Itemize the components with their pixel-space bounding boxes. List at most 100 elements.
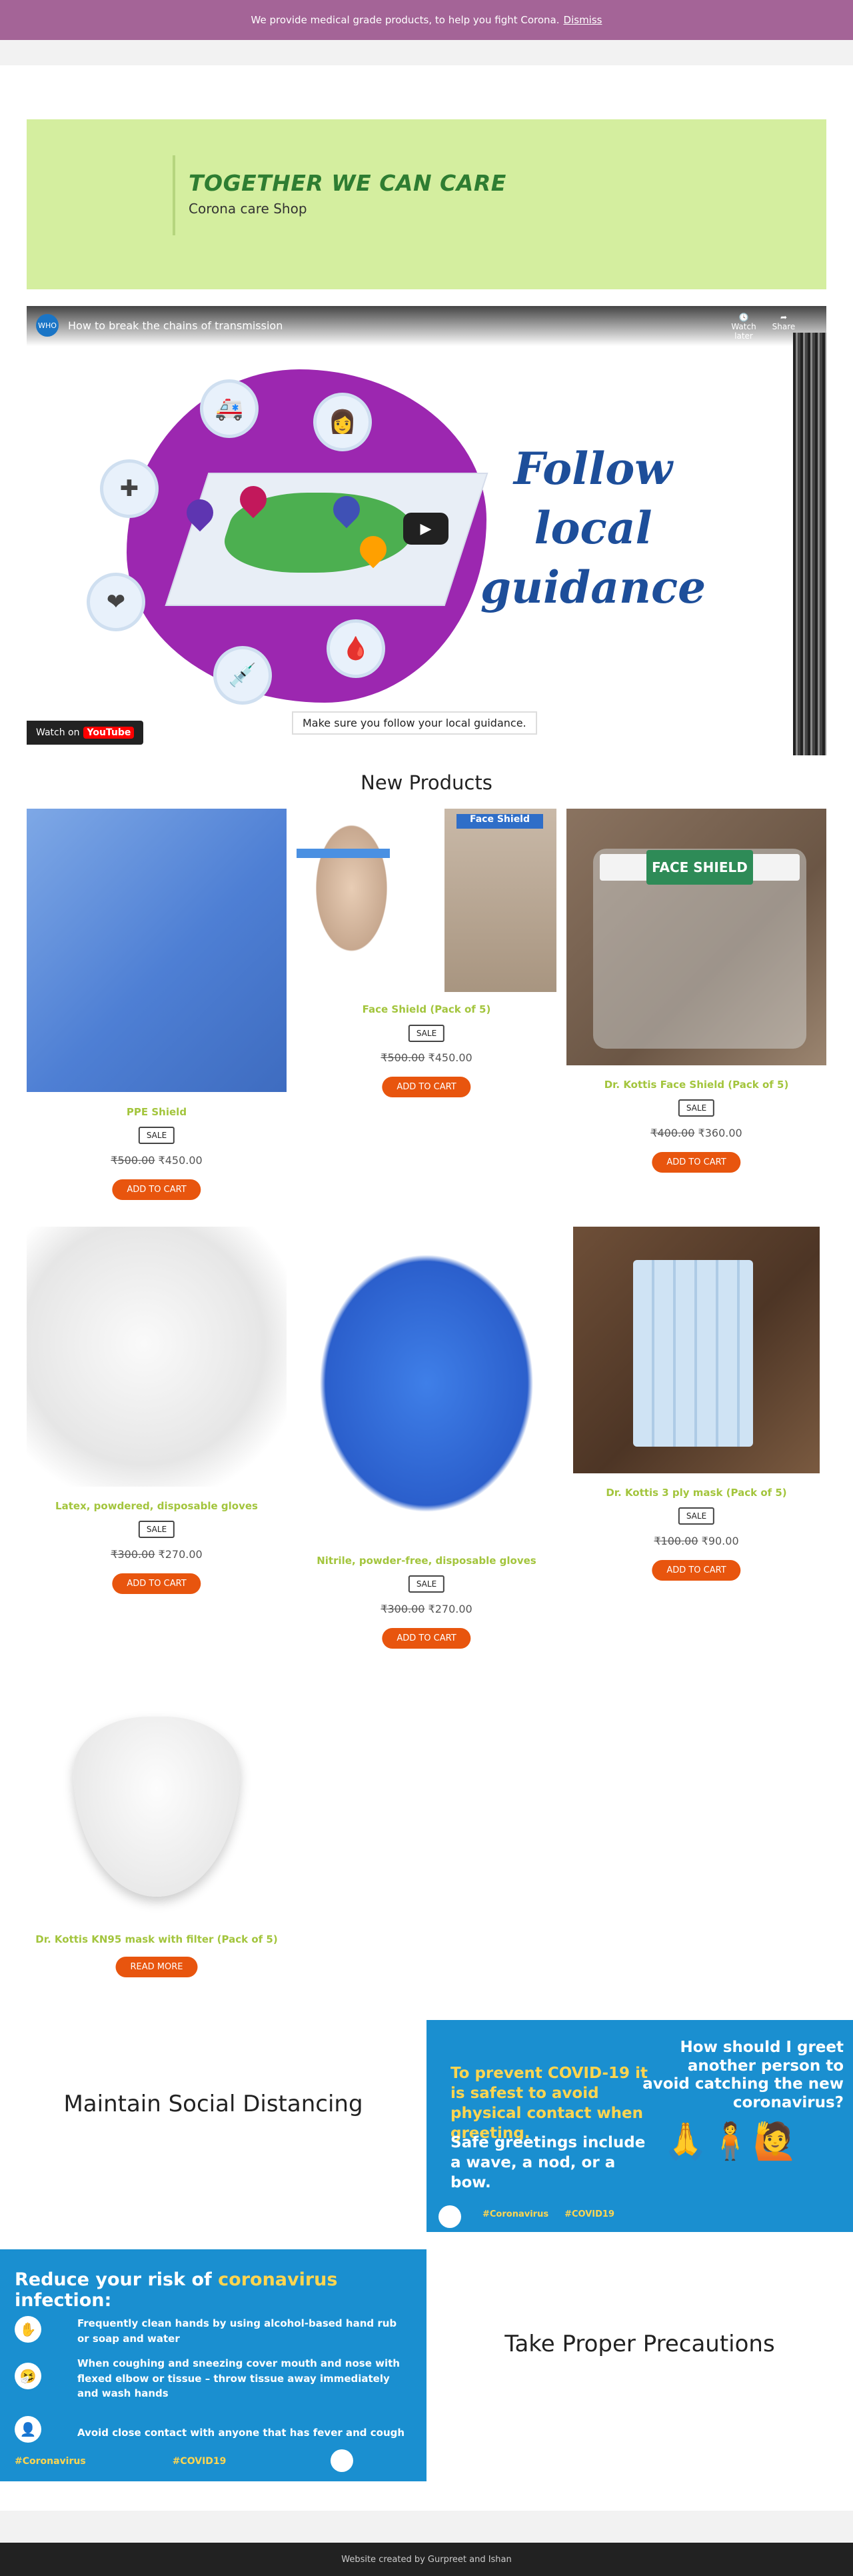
product-name[interactable]: Dr. Kottis 3 ply mask (Pack of 5) xyxy=(566,1487,826,1499)
social-distancing-heading: Maintain Social Distancing xyxy=(63,2091,363,2117)
sale-badge: SALE xyxy=(138,1521,175,1538)
old-price: ₹500.00 xyxy=(381,1051,425,1064)
risk-tip: Avoid close contact with anyone that has… xyxy=(77,2427,405,2439)
hero-accent-bar xyxy=(173,155,175,235)
hashtag-covid19: #COVID19 xyxy=(564,2209,614,2219)
who-logo-icon xyxy=(331,2449,353,2472)
sale-price: ₹450.00 xyxy=(158,1154,203,1167)
share-label: Share xyxy=(772,322,796,331)
youtube-video-embed[interactable]: 🚑 👩 ✚ ❤ 💉 🩸 Follow local guidance Make s… xyxy=(27,306,826,755)
risk-hashtags: #Coronavirus #COVID19 xyxy=(15,2456,226,2467)
sneeze-icon: 🤧 xyxy=(15,2363,41,2389)
notice-text: We provide medical grade products, to he… xyxy=(251,14,560,26)
who-channel-icon[interactable]: WHO xyxy=(36,314,59,337)
shield-band-graphic xyxy=(297,849,390,858)
product-price: ₹300.00 ₹270.00 xyxy=(27,1548,287,1561)
product-card: FACE SHIELD Dr. Kottis Face Shield (Pack… xyxy=(566,809,826,1182)
risk-tip: When coughing and sneezing cover mouth a… xyxy=(77,2357,400,2399)
sale-price: ₹450.00 xyxy=(428,1051,472,1064)
poster-question: How should I greet another person to avo… xyxy=(642,2039,844,2111)
video-title[interactable]: How to break the chains of transmission xyxy=(68,319,283,332)
hashtag-coronavirus: #Coronavirus xyxy=(15,2456,86,2467)
kn95-mask-image[interactable] xyxy=(27,1703,287,1923)
sale-badge: SALE xyxy=(408,1575,445,1593)
sale-price: ₹270.00 xyxy=(428,1603,472,1615)
ppe-gown-image[interactable] xyxy=(27,809,287,1092)
video-headline: Follow local guidance xyxy=(480,443,706,614)
poster-answer-2: Safe greetings include a wave, a nod, or… xyxy=(450,2134,646,2191)
old-price: ₹300.00 xyxy=(111,1548,155,1561)
product-card: Dr. Kottis 3 ply mask (Pack of 5) SALE ₹… xyxy=(566,1227,826,1593)
product-price: ₹500.00 ₹450.00 xyxy=(297,1051,556,1064)
hashtag-covid19: #COVID19 xyxy=(172,2456,227,2467)
risk-poster-title: Reduce your risk of coronavirus infectio… xyxy=(15,2269,426,2311)
heart-icon: ❤ xyxy=(87,573,145,631)
watch-later-button[interactable]: 🕓 Watch later xyxy=(724,313,764,341)
add-to-cart-button[interactable]: ADD TO CART xyxy=(382,1077,471,1097)
syringe-icon: 💉 xyxy=(213,646,272,705)
three-ply-mask-image[interactable] xyxy=(573,1227,820,1473)
mannequin-head-graphic xyxy=(297,809,407,985)
add-to-cart-button[interactable]: ADD TO CART xyxy=(112,1179,201,1200)
blood-bag-icon: 🩸 xyxy=(327,619,385,678)
play-button[interactable]: ▶ xyxy=(403,513,448,545)
product-price: ₹400.00 ₹360.00 xyxy=(566,1127,826,1139)
old-price: ₹400.00 xyxy=(650,1127,695,1139)
risk-title-highlight: coronavirus xyxy=(218,2269,338,2290)
product-name[interactable]: Face Shield (Pack of 5) xyxy=(297,1003,556,1015)
first-aid-icon: ✚ xyxy=(100,459,159,518)
hero-banner: TOGETHER WE CAN CARE Corona care Shop xyxy=(27,119,826,289)
latex-gloves-image[interactable] xyxy=(27,1227,287,1487)
who-logo-icon xyxy=(438,2205,461,2228)
hero-title: TOGETHER WE CAN CARE xyxy=(189,170,506,196)
kn95-mask-graphic xyxy=(73,1717,240,1897)
mask-graphic xyxy=(633,1260,753,1447)
site-footer: Website created by Gurpreet and Ishan xyxy=(0,2543,853,2576)
face-shield-image[interactable]: Face Shield xyxy=(297,809,556,992)
poster-hashtags: #Coronavirus #COVID19 xyxy=(466,2209,614,2219)
product-card: Latex, powdered, disposable gloves SALE … xyxy=(27,1227,287,1607)
product-card: Nitrile, powder-free, disposable gloves … xyxy=(297,1227,556,1660)
person-icon: 👤 xyxy=(15,2416,41,2443)
risk-title-suffix: infection: xyxy=(15,2290,112,2311)
risk-poster-image: Reduce your risk of coronavirus infectio… xyxy=(0,2249,426,2481)
product-price: ₹500.00 ₹450.00 xyxy=(27,1154,287,1167)
product-name[interactable]: Dr. Kottis KN95 mask with filter (Pack o… xyxy=(27,1933,287,1945)
dismiss-link[interactable]: Dismiss xyxy=(564,14,602,26)
product-card: Face Shield Face Shield (Pack of 5) SALE… xyxy=(297,809,556,1109)
sale-price: ₹270.00 xyxy=(158,1548,203,1561)
add-to-cart-button[interactable]: ADD TO CART xyxy=(112,1573,201,1594)
hand-wash-icon: ✋ xyxy=(15,2316,41,2343)
face-shield-label: Face Shield xyxy=(456,814,543,829)
product-name[interactable]: Dr. Kottis Face Shield (Pack of 5) xyxy=(566,1079,826,1091)
product-card: PPE Shield SALE ₹500.00 ₹450.00 ADD TO C… xyxy=(27,809,287,1209)
watch-on-youtube-button[interactable]: Watch on YouTube xyxy=(27,721,144,745)
add-to-cart-button[interactable]: ADD TO CART xyxy=(652,1560,741,1581)
watch-on-label: Watch on xyxy=(36,727,80,738)
people-greeting-icon: 🙏🧍🙋 xyxy=(663,2120,798,2162)
header-bar xyxy=(0,40,853,65)
add-to-cart-button[interactable]: ADD TO CART xyxy=(382,1628,471,1649)
store-notice: We provide medical grade products, to he… xyxy=(0,0,853,40)
risk-tip: Frequently clean hands by using alcohol-… xyxy=(77,2317,397,2345)
product-card: Dr. Kottis KN95 mask with filter (Pack o… xyxy=(27,1703,287,1990)
kottis-face-shield-image[interactable]: FACE SHIELD xyxy=(566,809,826,1065)
add-to-cart-button[interactable]: ADD TO CART xyxy=(652,1152,741,1173)
product-name[interactable]: Nitrile, powder-free, disposable gloves xyxy=(297,1555,556,1567)
watch-later-label: Watch later xyxy=(731,322,756,341)
product-name[interactable]: PPE Shield xyxy=(27,1106,287,1118)
footer-credit: Website created by Gurpreet and Ishan xyxy=(341,2554,512,2565)
read-more-button[interactable]: READ MORE xyxy=(115,1957,198,1977)
sale-badge: SALE xyxy=(678,1099,715,1117)
sale-badge: SALE xyxy=(408,1025,445,1042)
greeting-poster-image: How should I greet another person to avo… xyxy=(426,2020,853,2232)
poster-answer-1: To prevent COVID-19 it is safest to avoi… xyxy=(450,2065,648,2142)
share-button[interactable]: ➦ Share xyxy=(764,313,804,331)
hashtag-coronavirus: #Coronavirus xyxy=(482,2209,549,2219)
old-price: ₹100.00 xyxy=(654,1535,698,1547)
sale-badge: SALE xyxy=(138,1127,175,1144)
product-name[interactable]: Latex, powdered, disposable gloves xyxy=(27,1500,287,1512)
nitrile-gloves-image[interactable] xyxy=(297,1227,556,1540)
precautions-heading: Take Proper Precautions xyxy=(504,2331,775,2357)
video-edge-strip xyxy=(793,333,826,755)
